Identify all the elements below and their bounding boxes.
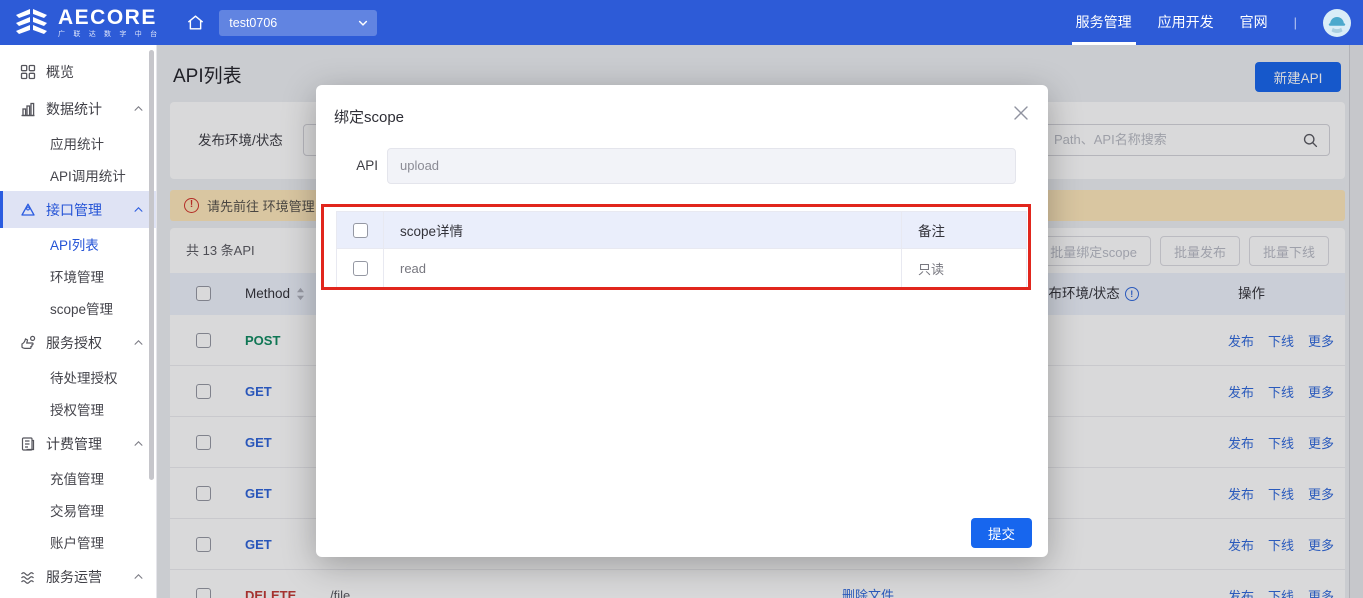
sidebar-item-interface-management[interactable]: 接口管理 (0, 191, 156, 228)
scope-remark: 只读 (902, 249, 1027, 289)
sidebar-scrollbar[interactable] (149, 50, 154, 480)
close-icon[interactable] (1009, 101, 1033, 125)
chevron-up-icon (133, 571, 144, 582)
sidebar-item-label: 接口管理 (46, 200, 123, 220)
user-avatar[interactable] (1323, 9, 1351, 37)
bind-scope-modal: 绑定scope API upload scope详情 备注 read 只读 提交 (316, 85, 1048, 557)
aecore-logo-icon (14, 8, 50, 38)
overview-grid-icon (20, 64, 36, 80)
sidebar-item-data-statistics[interactable]: 数据统计 (0, 90, 156, 127)
bar-chart-icon (20, 101, 36, 117)
sidebar-item-overview[interactable]: 概览 (0, 53, 156, 90)
api-field-label: API (346, 148, 378, 184)
sidebar-item-env-management[interactable]: 环境管理 (0, 260, 156, 292)
chevron-up-icon (133, 337, 144, 348)
brand-subtitle: 广 联 达 数 字 中 台 (58, 31, 160, 38)
brand-logo: AECORE 广 联 达 数 字 中 台 (14, 7, 160, 38)
workspace-value: test0706 (229, 16, 357, 30)
sidebar-item-scope-management[interactable]: scope管理 (0, 292, 156, 324)
sidebar-item-label: 计费管理 (46, 434, 123, 454)
helmet-avatar-icon (1326, 12, 1348, 34)
modal-title: 绑定scope (334, 106, 404, 127)
chevron-up-icon (133, 204, 144, 215)
chevron-up-icon (133, 103, 144, 114)
sidebar-item-account-management[interactable]: 账户管理 (0, 526, 156, 558)
billing-doc-icon (20, 436, 36, 452)
sidebar-menu: 概览 数据统计 应用统计 API调用统计 接口管理 API列表 环境管理 sco… (0, 45, 157, 598)
brand-name: AECORE (58, 7, 160, 28)
column-remark: 备注 (902, 212, 1027, 249)
sidebar-item-api-call-statistics[interactable]: API调用统计 (0, 159, 156, 191)
authorization-icon (20, 335, 36, 351)
sidebar-item-label: 服务运营 (46, 567, 123, 587)
workspace-select[interactable]: test0706 (219, 10, 377, 36)
chevron-up-icon (133, 438, 144, 449)
nav-service-management[interactable]: 服务管理 (1076, 0, 1132, 45)
nav-app-development[interactable]: 应用开发 (1158, 0, 1214, 45)
sidebar-item-service-operations[interactable]: 服务运营 (0, 558, 156, 595)
scope-table-row: read 只读 (337, 249, 1027, 289)
sidebar-item-billing-management[interactable]: 计费管理 (0, 425, 156, 462)
sidebar-item-label: 数据统计 (46, 99, 123, 119)
chevron-down-icon (357, 17, 369, 29)
sidebar-item-app-statistics[interactable]: 应用统计 (0, 127, 156, 159)
scope-select-all-checkbox[interactable] (353, 223, 368, 238)
top-navbar: AECORE 广 联 达 数 字 中 台 test0706 服务管理 应用开发 … (0, 0, 1363, 45)
submit-button[interactable]: 提交 (971, 518, 1032, 548)
sidebar-item-label: 服务授权 (46, 333, 123, 353)
operations-wave-icon (20, 569, 36, 585)
sidebar-item-pending-authorization[interactable]: 待处理授权 (0, 361, 156, 393)
api-field-value[interactable]: upload (387, 148, 1016, 184)
sidebar-item-recharge-management[interactable]: 充值管理 (0, 462, 156, 494)
sidebar-item-label: 概览 (46, 62, 144, 82)
sidebar-item-transaction-management[interactable]: 交易管理 (0, 494, 156, 526)
nav-official-site[interactable]: 官网 (1240, 0, 1268, 45)
scope-table: scope详情 备注 read 只读 (336, 211, 1027, 289)
sidebar-item-authorization-management[interactable]: 授权管理 (0, 393, 156, 425)
scope-row-checkbox[interactable] (353, 261, 368, 276)
sidebar-item-service-authorization[interactable]: 服务授权 (0, 324, 156, 361)
api-triangle-icon (20, 202, 36, 218)
scope-table-header: scope详情 备注 (337, 212, 1027, 249)
column-scope-detail: scope详情 (384, 212, 902, 249)
scope-name: read (384, 249, 902, 289)
sidebar-item-api-list[interactable]: API列表 (0, 228, 156, 260)
home-icon[interactable] (186, 13, 205, 32)
nav-divider: | (1294, 15, 1297, 30)
